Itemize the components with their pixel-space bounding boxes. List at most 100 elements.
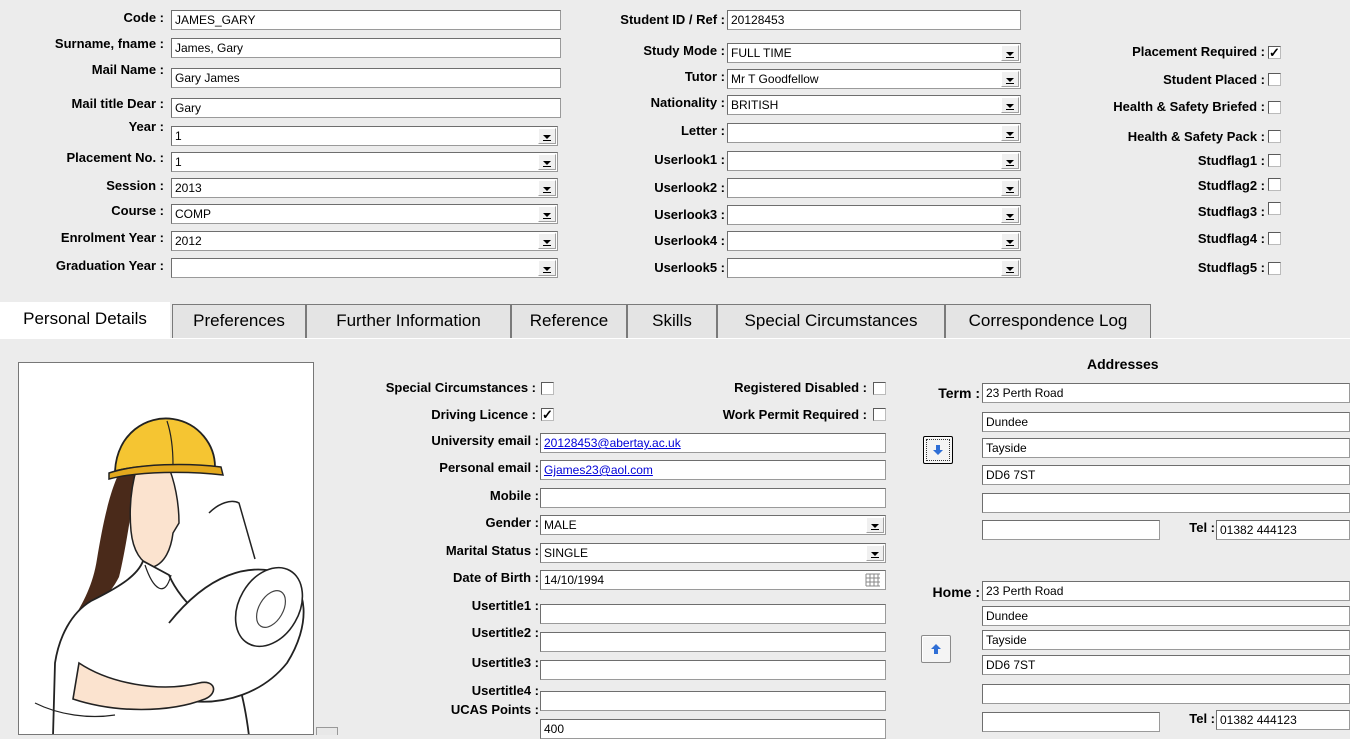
home-line-3[interactable]: Tayside <box>982 630 1350 650</box>
chevron-down-icon[interactable] <box>866 545 884 561</box>
chevron-down-icon[interactable] <box>1001 180 1019 196</box>
photo-scroll-handle[interactable] <box>316 727 338 735</box>
marital-status-label: Marital Status : <box>445 543 539 558</box>
tab-correspondence-log[interactable]: Correspondence Log <box>945 304 1151 338</box>
year-select[interactable]: 1 <box>171 126 558 146</box>
usertitle4-field[interactable] <box>540 691 886 711</box>
chevron-down-icon[interactable] <box>538 128 556 144</box>
letter-select[interactable] <box>727 123 1021 143</box>
tab-skills[interactable]: Skills <box>627 304 717 338</box>
chevron-down-icon[interactable] <box>538 260 556 276</box>
gender-label: Gender : <box>485 515 539 530</box>
driving-licence-checkbox[interactable]: ✓ <box>541 408 554 421</box>
chevron-down-icon[interactable] <box>1001 45 1019 61</box>
usertitle3-field[interactable] <box>540 660 886 680</box>
chevron-down-icon[interactable] <box>1001 233 1019 249</box>
studflag3-checkbox[interactable] <box>1268 202 1281 215</box>
home-tel-field[interactable]: 01382 444123 <box>1216 710 1350 730</box>
chevron-down-icon[interactable] <box>1001 125 1019 141</box>
student-placed-checkbox[interactable] <box>1268 73 1281 86</box>
tab-special-circumstances[interactable]: Special Circumstances <box>717 304 945 338</box>
home-line-6[interactable] <box>982 712 1160 732</box>
chevron-down-icon[interactable] <box>1001 260 1019 276</box>
calendar-icon[interactable] <box>865 573 881 587</box>
graduation-year-select[interactable] <box>171 258 558 278</box>
hs-pack-checkbox[interactable] <box>1268 130 1281 143</box>
home-line-2[interactable]: Dundee <box>982 606 1350 626</box>
student-id-field[interactable]: 20128453 <box>727 10 1021 30</box>
hs-briefed-checkbox[interactable] <box>1268 101 1281 114</box>
userlook3-select[interactable] <box>727 205 1021 225</box>
studflag5-checkbox[interactable] <box>1268 262 1281 275</box>
userlook5-select[interactable] <box>727 258 1021 278</box>
term-tel-field[interactable]: 01382 444123 <box>1216 520 1350 540</box>
copy-to-term-button[interactable] <box>923 436 953 464</box>
studflag2-label: Studflag2 : <box>1197 178 1265 193</box>
usertitle1-field[interactable] <box>540 604 886 624</box>
marital-status-select[interactable]: SINGLE <box>540 543 886 563</box>
enrolment-year-select[interactable]: 2012 <box>171 231 558 251</box>
registered-disabled-checkbox[interactable] <box>873 382 886 395</box>
work-permit-checkbox[interactable] <box>873 408 886 421</box>
surname-field[interactable]: James, Gary <box>171 38 561 58</box>
userlook2-select[interactable] <box>727 178 1021 198</box>
course-label: Course : <box>111 203 164 218</box>
mail-name-field[interactable]: Gary James <box>171 68 561 88</box>
university-email-link[interactable]: 20128453@abertay.ac.uk <box>544 436 681 450</box>
chevron-down-icon[interactable] <box>538 233 556 249</box>
chevron-down-icon[interactable] <box>866 517 884 533</box>
enrolment-year-value: 2012 <box>175 234 202 248</box>
chevron-down-icon[interactable] <box>538 206 556 222</box>
course-select[interactable]: COMP <box>171 204 558 224</box>
chevron-down-icon[interactable] <box>1001 207 1019 223</box>
userlook1-select[interactable] <box>727 151 1021 171</box>
tab-further-information[interactable]: Further Information <box>306 304 511 338</box>
tutor-select[interactable]: Mr T Goodfellow <box>727 69 1021 89</box>
term-line-6[interactable] <box>982 520 1160 540</box>
tab-personal-details[interactable]: Personal Details <box>0 302 170 338</box>
driving-licence-label: Driving Licence : <box>431 407 536 422</box>
special-circumstances-checkbox[interactable] <box>541 382 554 395</box>
study-mode-select[interactable]: FULL TIME <box>727 43 1021 63</box>
ucas-points-label: UCAS Points : <box>450 702 539 717</box>
ucas-points-field[interactable]: 400 <box>540 719 886 739</box>
placement-required-checkbox[interactable]: ✓ <box>1268 46 1281 59</box>
userlook3-label: Userlook3 : <box>654 207 725 222</box>
gender-select[interactable]: MALE <box>540 515 886 535</box>
home-line-5[interactable] <box>982 684 1350 704</box>
term-line-3[interactable]: Tayside <box>982 438 1350 458</box>
personal-email-link[interactable]: Gjames23@aol.com <box>544 463 653 477</box>
userlook4-select[interactable] <box>727 231 1021 251</box>
term-line-1[interactable]: 23 Perth Road <box>982 383 1350 403</box>
session-select[interactable]: 2013 <box>171 178 558 198</box>
studflag4-checkbox[interactable] <box>1268 232 1281 245</box>
term-line-2[interactable]: Dundee <box>982 412 1350 432</box>
studflag2-checkbox[interactable] <box>1268 178 1281 191</box>
home-line-1[interactable]: 23 Perth Road <box>982 581 1350 601</box>
term-line-4[interactable]: DD6 7ST <box>982 465 1350 485</box>
dob-field[interactable]: 14/10/1994 <box>540 570 886 590</box>
tab-reference[interactable]: Reference <box>511 304 627 338</box>
nationality-select[interactable]: BRITISH <box>727 95 1021 115</box>
studflag5-label: Studflag5 : <box>1197 260 1265 275</box>
hs-pack-label: Health & Safety Pack : <box>1127 129 1265 144</box>
study-mode-label: Study Mode : <box>643 43 725 58</box>
mobile-field[interactable] <box>540 488 886 508</box>
chevron-down-icon[interactable] <box>538 154 556 170</box>
mail-title-field[interactable]: Gary <box>171 98 561 118</box>
university-email-field[interactable]: 20128453@abertay.ac.uk <box>540 433 886 453</box>
usertitle1-label: Usertitle1 : <box>471 598 539 613</box>
home-line-4[interactable]: DD6 7ST <box>982 655 1350 675</box>
placement-no-select[interactable]: 1 <box>171 152 558 172</box>
chevron-down-icon[interactable] <box>538 180 556 196</box>
studflag1-checkbox[interactable] <box>1268 154 1281 167</box>
chevron-down-icon[interactable] <box>1001 153 1019 169</box>
personal-email-field[interactable]: Gjames23@aol.com <box>540 460 886 480</box>
copy-to-home-button[interactable] <box>921 635 951 663</box>
chevron-down-icon[interactable] <box>1001 71 1019 87</box>
usertitle2-field[interactable] <box>540 632 886 652</box>
chevron-down-icon[interactable] <box>1001 97 1019 113</box>
code-field[interactable]: JAMES_GARY <box>171 10 561 30</box>
tab-preferences[interactable]: Preferences <box>172 304 306 338</box>
term-line-5[interactable] <box>982 493 1350 513</box>
